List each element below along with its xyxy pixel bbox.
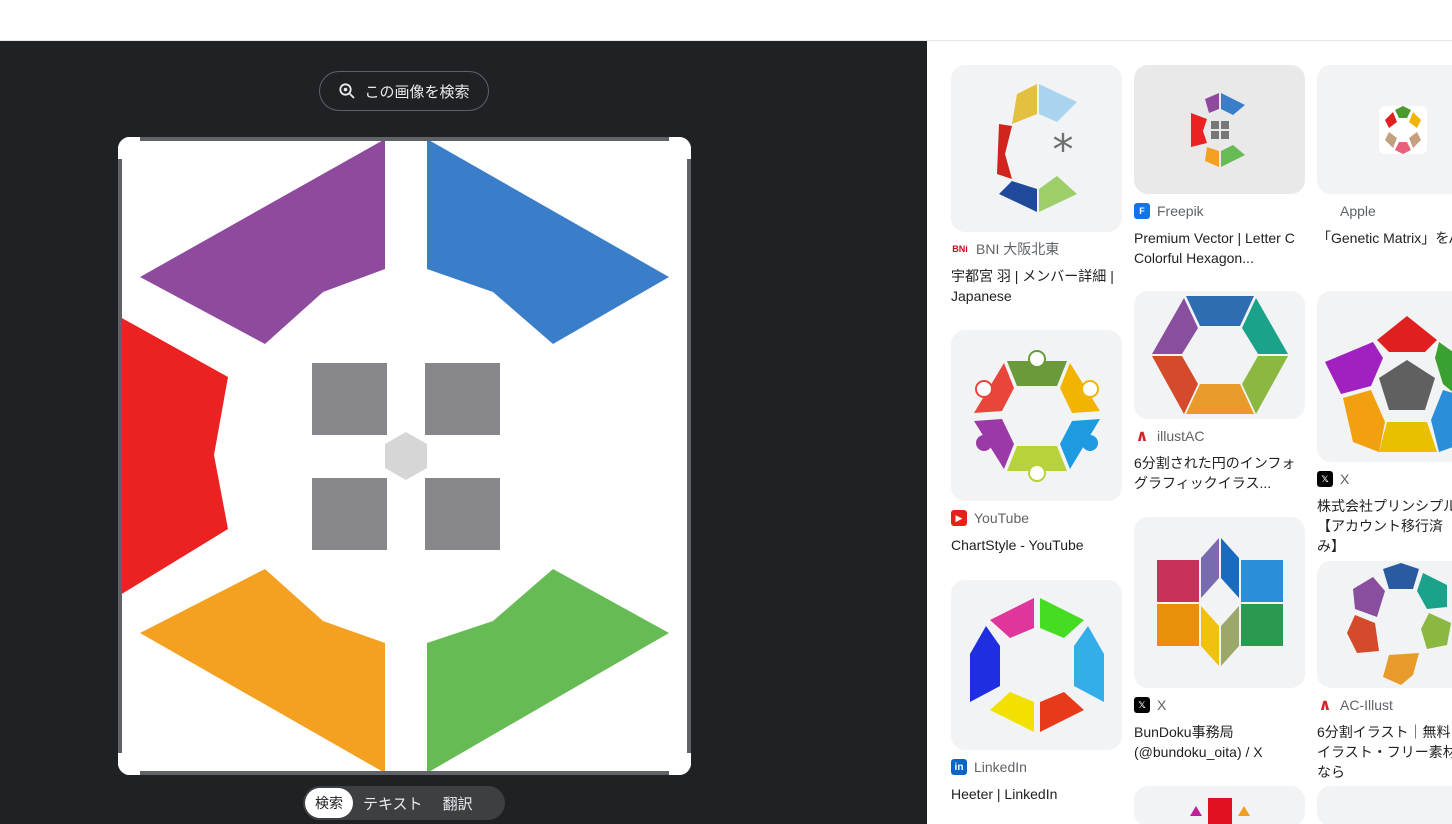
small-ring-thumbnail	[1378, 105, 1427, 154]
hexagon-petals-thumbnail	[1347, 563, 1451, 685]
result-card[interactable]: ∧ AC-Illust 6分割イラスト｜無料イラスト・フリー素材なら	[1317, 561, 1452, 782]
acillust-icon: ∧	[1317, 697, 1333, 714]
result-source: YouTube	[974, 510, 1030, 526]
result-source: LinkedIn	[974, 759, 1027, 775]
result-thumbnail[interactable]	[1317, 561, 1452, 688]
result-source: illustAC	[1157, 428, 1205, 444]
six-segment-hexagon-thumbnail	[1151, 296, 1288, 414]
tab-translate[interactable]: 翻訳	[433, 788, 483, 818]
result-card[interactable]: Apple 「Genetic Matrix」をApp Storeで	[1317, 65, 1452, 248]
result-thumbnail[interactable]	[951, 580, 1122, 750]
result-title[interactable]: BunDoku事務局 (@bundoku_oita) / X	[1134, 722, 1305, 762]
result-source: BNI 大阪北東	[976, 241, 1060, 257]
result-source: X	[1340, 471, 1350, 487]
result-title[interactable]: 株式会社プリンシプル【アカウント移行済み】	[1317, 496, 1452, 556]
result-thumbnail[interactable]	[1317, 65, 1452, 194]
bni-icon: BNi	[951, 241, 969, 257]
result-thumbnail[interactable]	[951, 330, 1122, 501]
x-icon: 𝕏	[1134, 697, 1150, 713]
result-source: AC-Illust	[1340, 697, 1393, 713]
result-card[interactable]: 𝕏X BunDoku事務局 (@bundoku_oita) / X	[1134, 517, 1305, 762]
result-thumbnail[interactable]	[1134, 291, 1305, 419]
result-thumbnail[interactable]	[1134, 786, 1305, 824]
letter-c-hexagon-thumbnail	[1190, 92, 1245, 167]
result-card[interactable]: * BNi BNI 大阪北東 宇都宮 羽 | メンバー詳細 | Japanese	[951, 65, 1122, 306]
result-title[interactable]: 6分割された円のインフォグラフィックイラス...	[1134, 453, 1305, 493]
result-source: X	[1157, 697, 1167, 713]
illustac-icon: ∧	[1134, 428, 1150, 445]
query-image[interactable]	[118, 137, 691, 775]
result-thumbnail[interactable]	[1317, 291, 1452, 462]
freepik-icon: F	[1134, 203, 1150, 219]
result-title[interactable]: 「Genetic Matrix」をApp Storeで	[1317, 228, 1452, 248]
search-this-image-label: この画像を検索	[364, 83, 470, 101]
partial-thumbnail	[1189, 798, 1250, 824]
top-bar	[0, 0, 1452, 41]
svg-text:*: *	[1052, 125, 1073, 174]
result-thumbnail[interactable]	[1317, 786, 1452, 824]
hexagon-ring-thumbnail	[969, 598, 1104, 732]
result-title[interactable]: 6分割イラスト｜無料イラスト・フリー素材なら	[1317, 722, 1452, 782]
result-card[interactable]: ∧ illustAC 6分割された円のインフォグラフィックイラス...	[1134, 291, 1305, 493]
pentagon-ring-thumbnail	[1325, 315, 1452, 452]
result-thumbnail[interactable]	[1134, 65, 1305, 194]
result-title[interactable]: ChartStyle - YouTube	[951, 535, 1122, 555]
lens-image-pane: この画像を検索 検索 テキスト 翻訳	[0, 41, 927, 824]
puzzle-ring-thumbnail	[973, 349, 1100, 482]
result-source: Apple	[1340, 203, 1376, 219]
result-card[interactable]	[1317, 786, 1452, 824]
result-thumbnail[interactable]: *	[951, 65, 1122, 232]
lens-mode-tabs: 検索 テキスト 翻訳	[303, 786, 505, 820]
cube-hexagon-thumbnail	[1156, 537, 1283, 666]
search-this-image-button[interactable]: この画像を検索	[319, 71, 489, 111]
youtube-icon: ▶	[951, 510, 967, 526]
linkedin-icon: in	[951, 759, 967, 775]
result-title[interactable]: Premium Vector | Letter C Colorful Hexag…	[1134, 228, 1305, 268]
result-card[interactable]	[1134, 786, 1305, 824]
tab-search[interactable]: 検索	[305, 788, 353, 818]
colorful-hexagon-logo	[118, 137, 691, 775]
apple-icon	[1317, 203, 1333, 219]
result-thumbnail[interactable]	[1134, 517, 1305, 688]
result-card[interactable]: ▶ YouTube ChartStyle - YouTube	[951, 330, 1122, 555]
result-title[interactable]: 宇都宮 羽 | メンバー詳細 | Japanese	[951, 266, 1122, 306]
result-title[interactable]: Heeter | LinkedIn	[951, 784, 1122, 804]
result-source: Freepik	[1157, 203, 1204, 219]
result-card[interactable]: in LinkedIn Heeter | LinkedIn	[951, 580, 1122, 804]
tab-text[interactable]: テキスト	[353, 788, 433, 818]
lens-search-icon	[339, 83, 356, 99]
hexagon-c-thumbnail: *	[996, 83, 1077, 212]
visual-matches-pane: * BNi BNI 大阪北東 宇都宮 羽 | メンバー詳細 | Japanese	[927, 41, 1452, 824]
x-icon: 𝕏	[1317, 471, 1333, 487]
result-card[interactable]: F Freepik Premium Vector | Letter C Color…	[1134, 65, 1305, 268]
result-card[interactable]: 𝕏X 株式会社プリンシプル【アカウント移行済み】	[1317, 291, 1452, 556]
